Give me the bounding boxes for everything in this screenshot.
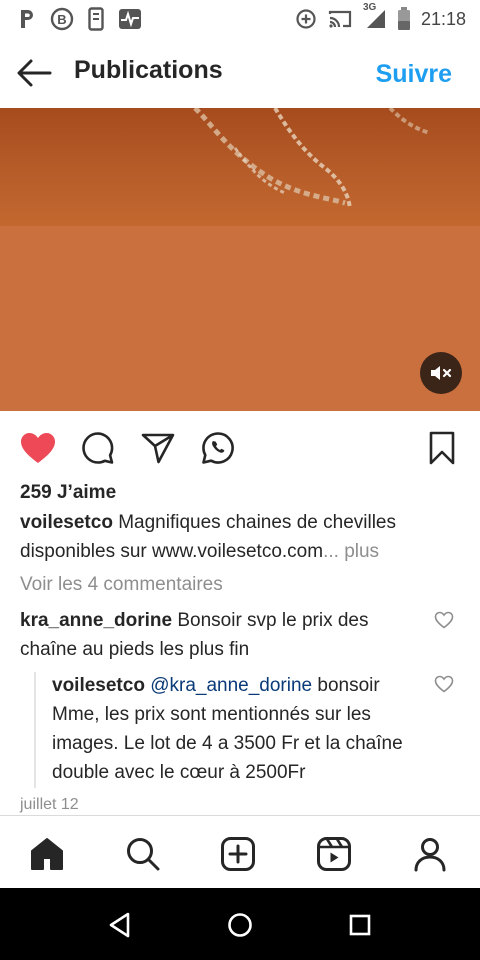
status-left-icons: B bbox=[18, 7, 142, 31]
triangle-back-icon bbox=[109, 912, 130, 938]
comment-bubble-icon bbox=[82, 432, 114, 464]
nav-profile[interactable] bbox=[410, 834, 450, 874]
reply-username[interactable]: voilesetco bbox=[52, 675, 145, 696]
heart-outline-icon bbox=[434, 611, 454, 629]
system-recents-button[interactable] bbox=[345, 910, 375, 940]
nav-reels[interactable] bbox=[314, 834, 354, 874]
paper-plane-icon bbox=[141, 433, 175, 464]
comment-item: kra_anne_dorine Bonsoir svp le prix des … bbox=[20, 606, 420, 664]
system-home-button[interactable] bbox=[225, 910, 255, 940]
system-back-button[interactable] bbox=[105, 910, 135, 940]
heart-outline-icon bbox=[434, 675, 454, 693]
post-actions bbox=[0, 420, 480, 472]
post-date: juillet 12 bbox=[20, 796, 79, 813]
back-arrow-icon bbox=[17, 59, 52, 87]
profile-icon bbox=[414, 838, 446, 872]
volume-off-icon bbox=[431, 366, 452, 380]
view-comments-link[interactable]: Voir les 4 commentaires bbox=[20, 574, 223, 596]
post-media[interactable] bbox=[0, 108, 480, 411]
mute-button[interactable] bbox=[420, 352, 462, 394]
media-image-band bbox=[0, 108, 480, 226]
likes-count[interactable]: 259 J’aime bbox=[20, 482, 116, 504]
phone-icon bbox=[88, 7, 104, 31]
search-icon bbox=[127, 838, 160, 871]
heart-filled-icon bbox=[21, 433, 55, 463]
save-button[interactable] bbox=[422, 428, 462, 468]
post-caption: voilesetco Magnifiques chaines de chevil… bbox=[20, 508, 470, 566]
data-saver-icon bbox=[295, 8, 317, 30]
network-label: 3G bbox=[362, 2, 377, 13]
comment-button[interactable] bbox=[78, 428, 118, 468]
battery-icon bbox=[397, 7, 411, 31]
signal-icon: 3G bbox=[363, 2, 387, 30]
status-time: 21:18 bbox=[420, 8, 466, 29]
reply-mention[interactable]: @kra_anne_dorine bbox=[150, 675, 312, 696]
reels-icon bbox=[317, 837, 351, 871]
comment-like-button[interactable] bbox=[434, 611, 456, 631]
follow-button[interactable]: Suivre bbox=[376, 60, 452, 89]
back-button[interactable] bbox=[16, 56, 56, 90]
system-nav-bar bbox=[0, 888, 480, 960]
status-bar: B 3G 21:18 bbox=[0, 0, 480, 38]
home-icon bbox=[31, 838, 63, 870]
bottom-nav bbox=[0, 815, 480, 888]
chain-decoration bbox=[193, 108, 431, 209]
b-circle-icon: B bbox=[50, 7, 74, 31]
status-right-icons: 3G 21:18 bbox=[295, 2, 466, 31]
parking-icon bbox=[18, 8, 36, 30]
share-button[interactable] bbox=[138, 428, 178, 468]
circle-home-icon bbox=[228, 913, 252, 937]
reply-thread-line bbox=[34, 672, 36, 788]
caption-more-link[interactable]: ... plus bbox=[323, 541, 379, 562]
whatsapp-share-button[interactable] bbox=[198, 428, 238, 468]
whatsapp-icon bbox=[202, 432, 234, 464]
add-post-icon bbox=[221, 837, 255, 871]
svg-text:B: B bbox=[57, 12, 66, 27]
like-button[interactable] bbox=[18, 428, 58, 468]
activity-icon bbox=[118, 8, 142, 30]
nav-search[interactable] bbox=[123, 834, 163, 874]
reply-like-button[interactable] bbox=[434, 675, 456, 695]
nav-home[interactable] bbox=[27, 834, 67, 874]
cast-icon bbox=[327, 8, 353, 30]
square-recents-icon bbox=[349, 914, 371, 936]
page-title: Publications bbox=[74, 56, 223, 84]
caption-username[interactable]: voilesetco bbox=[20, 512, 113, 533]
nav-create[interactable] bbox=[218, 834, 258, 874]
comment-username[interactable]: kra_anne_dorine bbox=[20, 610, 172, 631]
bookmark-icon bbox=[429, 431, 455, 465]
reply-item: voilesetco @kra_anne_dorine bonsoir Mme,… bbox=[52, 671, 432, 787]
app-header: Publications Suivre bbox=[0, 38, 480, 108]
